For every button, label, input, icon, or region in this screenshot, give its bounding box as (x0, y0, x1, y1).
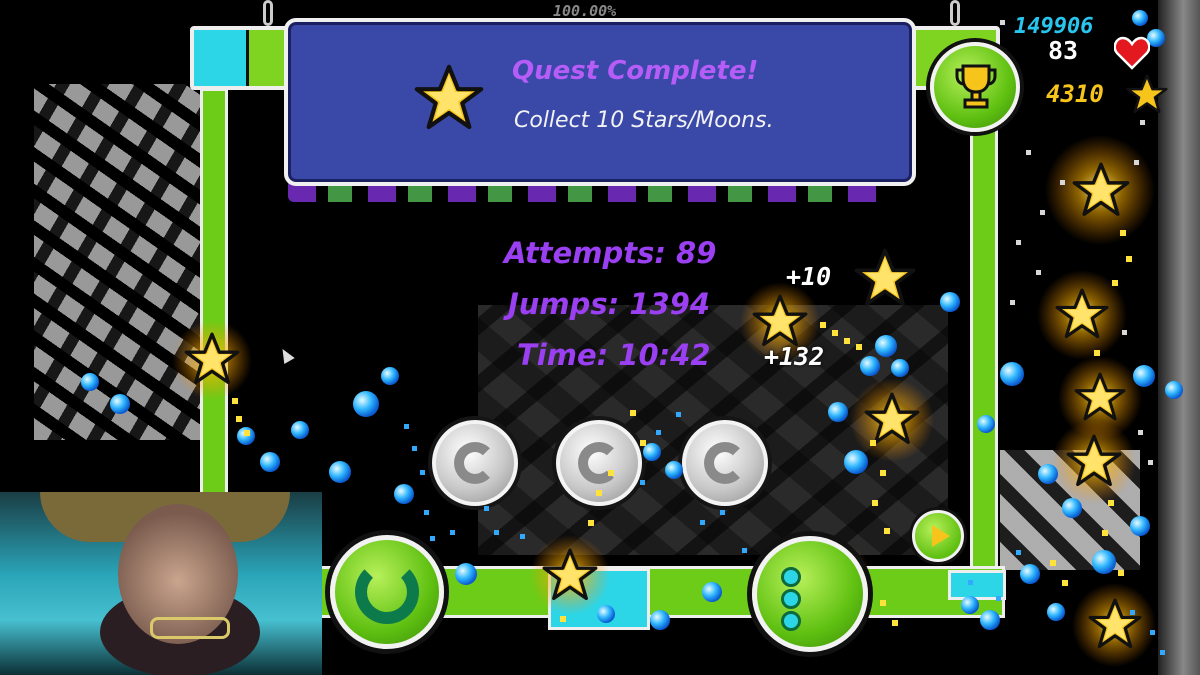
quest-title: Quest Complete! (512, 56, 759, 86)
stars-total: 4310 (1046, 80, 1104, 108)
menu-button[interactable] (752, 536, 868, 652)
menu-icon (781, 565, 801, 633)
webcam-overlay (0, 492, 322, 675)
play-icon (932, 525, 950, 547)
retry-button[interactable] (330, 535, 444, 649)
retry-icon (355, 560, 419, 624)
star-icon (414, 64, 484, 130)
webcam-glasses (150, 617, 230, 639)
quest-description: Collect 10 Stars/Moons. (514, 108, 774, 133)
play-button[interactable] (912, 510, 964, 562)
heart-icon (1114, 36, 1150, 70)
star-icon (1126, 74, 1168, 114)
orbs-reward-label: +132 (764, 342, 825, 371)
stars-reward-label: +10 (786, 262, 832, 291)
trophy-icon (955, 64, 997, 109)
lives-count: 83 (1048, 36, 1079, 65)
quest-complete-popup (284, 18, 916, 186)
